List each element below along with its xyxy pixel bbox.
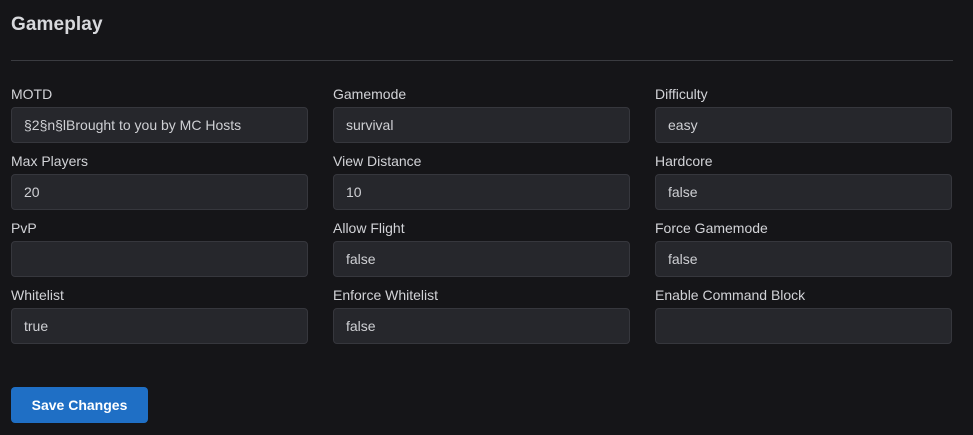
section-divider: [11, 60, 953, 61]
whitelist-label: Whitelist: [11, 287, 64, 303]
max-players-input[interactable]: [11, 174, 308, 210]
gamemode-field-group: Gamemode: [333, 86, 630, 143]
hardcore-label: Hardcore: [655, 153, 713, 169]
difficulty-field-group: Difficulty: [655, 86, 952, 143]
motd-label: MOTD: [11, 86, 53, 102]
gamemode-input[interactable]: [333, 107, 630, 143]
enable-command-block-field-group: Enable Command Block: [655, 287, 952, 344]
force-gamemode-field-group: Force Gamemode: [655, 220, 952, 277]
gameplay-settings-panel: Gameplay MOTD Gamemode Difficulty Max Pl…: [0, 0, 973, 435]
enforce-whitelist-input[interactable]: [333, 308, 630, 344]
hardcore-input[interactable]: [655, 174, 952, 210]
pvp-field-group: PvP: [11, 220, 308, 277]
difficulty-input[interactable]: [655, 107, 952, 143]
whitelist-field-group: Whitelist: [11, 287, 308, 344]
force-gamemode-label: Force Gamemode: [655, 220, 768, 236]
whitelist-input[interactable]: [11, 308, 308, 344]
settings-grid: MOTD Gamemode Difficulty Max Players Vie…: [11, 86, 953, 344]
difficulty-label: Difficulty: [655, 86, 708, 102]
force-gamemode-input[interactable]: [655, 241, 952, 277]
save-changes-button[interactable]: Save Changes: [11, 387, 148, 423]
allow-flight-input[interactable]: [333, 241, 630, 277]
max-players-field-group: Max Players: [11, 153, 308, 210]
enforce-whitelist-field-group: Enforce Whitelist: [333, 287, 630, 344]
hardcore-field-group: Hardcore: [655, 153, 952, 210]
view-distance-field-group: View Distance: [333, 153, 630, 210]
pvp-label: PvP: [11, 220, 37, 236]
enable-command-block-input[interactable]: [655, 308, 952, 344]
enforce-whitelist-label: Enforce Whitelist: [333, 287, 439, 303]
view-distance-label: View Distance: [333, 153, 422, 169]
enable-command-block-label: Enable Command Block: [655, 287, 806, 303]
motd-input[interactable]: [11, 107, 308, 143]
gamemode-label: Gamemode: [333, 86, 407, 102]
view-distance-input[interactable]: [333, 174, 630, 210]
pvp-input[interactable]: [11, 241, 308, 277]
motd-field-group: MOTD: [11, 86, 308, 143]
max-players-label: Max Players: [11, 153, 89, 169]
allow-flight-field-group: Allow Flight: [333, 220, 630, 277]
section-title: Gameplay: [11, 14, 103, 35]
allow-flight-label: Allow Flight: [333, 220, 405, 236]
